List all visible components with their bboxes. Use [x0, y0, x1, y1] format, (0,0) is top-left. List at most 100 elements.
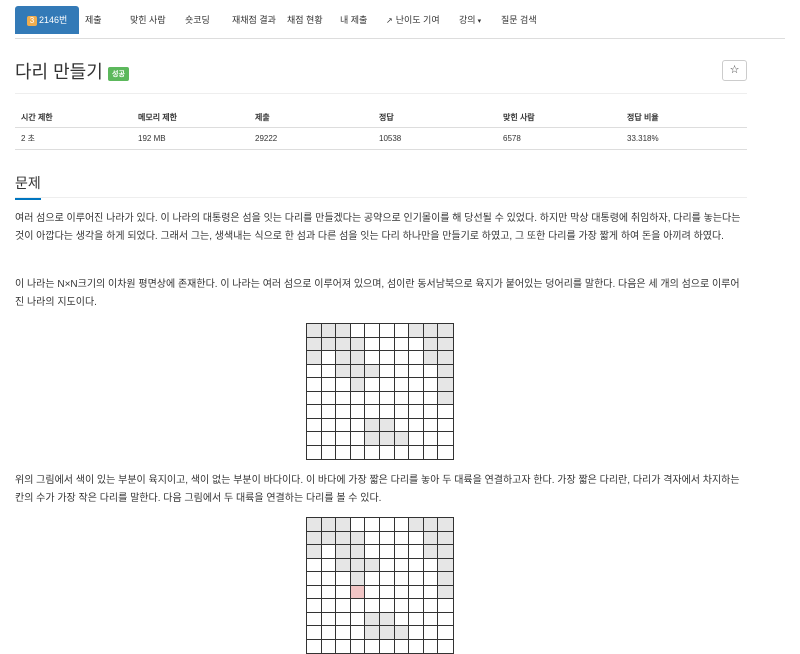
land-cell — [380, 626, 395, 640]
tab-label: 난이도 기여 — [395, 15, 440, 25]
land-cell — [321, 531, 337, 545]
sea-cell — [321, 432, 337, 446]
sea-cell — [394, 337, 410, 351]
land-cell — [307, 324, 322, 338]
sea-cell — [307, 558, 322, 572]
sea-cell — [350, 432, 366, 446]
sea-cell — [424, 445, 439, 459]
sea-cell — [394, 612, 410, 626]
sea-cell — [336, 445, 351, 459]
sea-cell — [321, 612, 337, 626]
sea-cell — [336, 405, 351, 419]
sea-cell — [423, 405, 439, 419]
sea-cell — [423, 364, 439, 378]
sea-cell — [394, 531, 410, 545]
bridge-map-figure — [306, 517, 454, 654]
land-cell — [438, 324, 453, 338]
tab-lectures[interactable]: 강의 ▾ — [447, 6, 493, 34]
land-cell — [365, 558, 380, 572]
land-cell — [438, 585, 453, 599]
header-time-limit: 시간 제한 — [15, 108, 132, 128]
sea-cell — [307, 585, 322, 599]
header-submissions: 제출 — [249, 108, 373, 128]
land-cell — [350, 364, 366, 378]
sea-cell — [365, 351, 380, 365]
tab-solved-users[interactable]: 맞힌 사람 — [118, 6, 178, 34]
sea-cell — [423, 391, 439, 405]
sea-cell — [380, 518, 395, 532]
land-cell — [438, 337, 453, 351]
sea-cell — [380, 639, 395, 653]
sea-cell — [380, 405, 395, 419]
sea-cell — [350, 599, 366, 613]
sea-cell — [336, 626, 351, 640]
sea-cell — [350, 612, 366, 626]
sea-cell — [350, 418, 366, 432]
land-cell — [423, 531, 439, 545]
sea-cell — [336, 378, 351, 392]
land-cell — [350, 572, 366, 586]
tab-submit[interactable]: 제출 — [73, 6, 114, 34]
sea-cell — [395, 639, 410, 653]
land-cell — [307, 518, 322, 532]
sea-cell — [307, 572, 322, 586]
sea-cell — [438, 626, 453, 640]
sea-cell — [380, 545, 395, 559]
problem-menu-tabs: 3 2146번 제출 맞힌 사람 숏코딩 재채점 결과 채점 현황 내 제출 ↗ 난… — [15, 6, 785, 39]
sea-cell — [321, 378, 337, 392]
sea-cell — [365, 337, 380, 351]
tab-judge-status[interactable]: 채점 현황 — [275, 6, 335, 34]
sea-cell — [365, 391, 380, 405]
header-memory-limit: 메모리 제한 — [132, 108, 249, 128]
time-limit-value: 2 초 — [15, 127, 132, 150]
sea-cell — [409, 572, 424, 586]
sea-cell — [350, 405, 366, 419]
sea-cell — [380, 599, 395, 613]
land-cell — [438, 531, 453, 545]
sea-cell — [321, 351, 337, 365]
land-cell — [423, 324, 439, 338]
land-cell — [423, 337, 439, 351]
sea-cell — [380, 337, 395, 351]
tab-difficulty-contribution[interactable]: ↗ 난이도 기여 — [374, 6, 452, 34]
sea-cell — [321, 391, 337, 405]
table-row: 2 초 192 MB 29222 10538 6578 33.318% — [15, 127, 747, 150]
sea-cell — [438, 446, 453, 460]
land-cell — [365, 418, 380, 432]
tab-my-submissions[interactable]: 내 제출 — [328, 6, 379, 34]
header-accepted: 정답 — [373, 108, 497, 128]
submissions-value: 29222 — [249, 127, 373, 150]
sea-cell — [307, 432, 322, 446]
tab-problem-number[interactable]: 3 2146번 — [15, 6, 80, 34]
sea-cell — [394, 364, 410, 378]
accept-ratio-value: 33.318% — [621, 127, 747, 150]
land-cell — [365, 364, 380, 378]
sea-cell — [380, 378, 395, 392]
sea-cell — [365, 572, 380, 586]
land-cell — [409, 518, 424, 532]
tab-question-search[interactable]: 질문 검색 — [489, 6, 549, 34]
land-cell — [336, 324, 351, 338]
sea-cell — [423, 585, 439, 599]
section-divider — [15, 197, 747, 198]
sea-cell — [394, 572, 410, 586]
tab-label: 질문 검색 — [501, 15, 537, 25]
sea-cell — [394, 518, 410, 532]
tab-short-coding[interactable]: 숏코딩 — [173, 6, 222, 34]
land-cell — [438, 572, 453, 586]
sea-cell — [365, 599, 380, 613]
favorite-button[interactable]: ☆ — [722, 60, 747, 81]
sea-cell — [380, 391, 395, 405]
sea-cell — [336, 639, 351, 653]
sea-cell — [351, 639, 366, 653]
sea-cell — [380, 351, 395, 365]
header-solved-users: 맞힌 사람 — [497, 108, 621, 128]
sea-cell — [336, 391, 351, 405]
land-cell — [350, 545, 366, 559]
header-accept-ratio: 정답 비율 — [621, 108, 747, 128]
sea-cell — [409, 639, 424, 653]
sea-cell — [307, 599, 322, 613]
land-cell — [336, 558, 351, 572]
sea-cell — [409, 599, 424, 613]
sea-cell — [307, 445, 322, 459]
